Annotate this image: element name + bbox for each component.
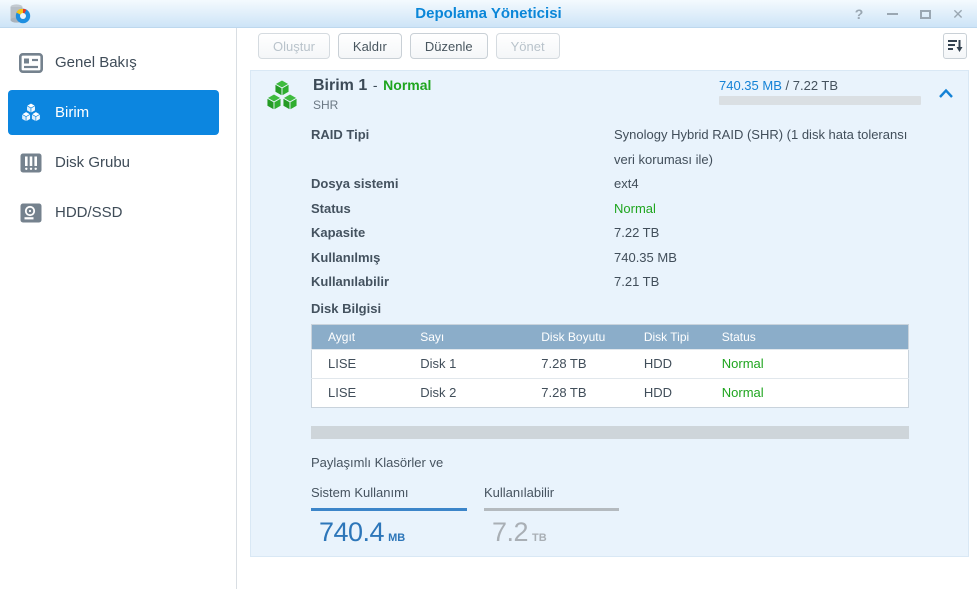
detail-label: Kullanılabilir	[311, 274, 390, 289]
tab-active-underline	[311, 507, 467, 511]
volume-panel: Birim 1 - Normal SHR 740.35 MB / 7.22 TB	[250, 70, 969, 557]
volume-usage-bar	[719, 96, 921, 105]
sidebar-item-disk-grubu[interactable]: Disk Grubu	[8, 140, 219, 185]
detail-label: Kapasite	[311, 225, 366, 240]
disk-table-row: LISE Disk 1 7.28 TB HDD Normal	[311, 348, 909, 378]
cell-number: Disk 1	[420, 348, 542, 378]
volume-header: Birim 1 - Normal SHR 740.35 MB / 7.22 TB	[251, 71, 968, 115]
disk-table-row: LISE Disk 2 7.28 TB HDD Normal	[311, 377, 909, 407]
volume-used-value: 740.35 MB	[719, 78, 782, 93]
available-space-number: 7.2	[492, 516, 529, 547]
detail-row-status: Status Normal	[311, 197, 968, 222]
sort-descending-icon	[948, 40, 963, 52]
detail-value: ext4	[614, 176, 639, 191]
window-controls: ? ✕	[852, 0, 965, 28]
column-header-disk-tipi: Disk Tipi	[643, 324, 722, 349]
sidebar-item-label: Genel Bakış	[55, 54, 137, 71]
tab-label: Kullanılabilir	[484, 484, 555, 500]
tab-underline	[484, 507, 619, 511]
toolbar: Oluştur Kaldır Düzenle Yönet	[237, 28, 977, 62]
cell-status: Normal	[721, 377, 909, 407]
detail-value: Synology Hybrid RAID (SHR) (1 disk hata …	[614, 127, 908, 167]
tab-label: Paylaşımlı Klasörler ve Sistem Kullanımı	[311, 454, 444, 500]
sidebar-item-label: HDD/SSD	[55, 204, 123, 221]
detail-row-kullanilabilir: Kullanılabilir 7.21 TB	[311, 270, 968, 295]
window-title: Depolama Yöneticisi	[415, 5, 562, 22]
manage-button[interactable]: Yönet	[495, 33, 560, 59]
usage-divider: /	[785, 78, 790, 93]
disk-table-header-row: Aygıt Sayı Disk Boyutu Disk Tipi Status	[311, 324, 909, 349]
volume-usage-text: 740.35 MB / 7.22 TB	[719, 78, 838, 93]
used-space-number: 740.4	[319, 516, 385, 547]
create-button[interactable]: Oluştur	[258, 33, 330, 59]
volume-status-badge: Normal	[383, 77, 432, 93]
volume-name: Birim 1	[313, 77, 368, 94]
detail-row-raid-tipi: RAID Tipi Synology Hybrid RAID (SHR) (1 …	[311, 123, 968, 172]
help-icon[interactable]: ?	[852, 6, 866, 22]
minimize-icon[interactable]	[885, 6, 899, 22]
cell-status: Normal	[721, 348, 909, 378]
cell-type: HDD	[643, 348, 722, 378]
cell-number: Disk 2	[420, 377, 542, 407]
sidebar-item-label: Disk Grubu	[55, 154, 131, 171]
disk-info-table: Aygıt Sayı Disk Boyutu Disk Tipi Status …	[311, 323, 909, 408]
disk-group-icon	[18, 152, 44, 174]
overview-icon	[18, 52, 44, 74]
hdd-icon	[18, 202, 44, 224]
column-header-disk-boyutu: Disk Boyutu	[541, 324, 644, 349]
sidebar: Genel Bakış Birim Disk Grubu HDD/SSD	[0, 28, 237, 589]
tab-available[interactable]: Kullanılabilir	[484, 478, 619, 511]
volume-cubes-icon	[18, 102, 44, 124]
volume-capacity-bar	[311, 425, 909, 439]
usage-tabs: Paylaşımlı Klasörler ve Sistem Kullanımı…	[311, 448, 968, 511]
sidebar-item-birim[interactable]: Birim	[8, 90, 219, 135]
detail-row-kullanilmis: Kullanılmış 740.35 MB	[311, 246, 968, 271]
sidebar-item-label: Birim	[55, 104, 90, 121]
detail-label: RAID Tipi	[311, 127, 370, 142]
cell-type: HDD	[643, 377, 722, 407]
maximize-icon[interactable]	[918, 6, 932, 22]
volume-cubes-green-icon	[264, 78, 300, 117]
detail-row-dosya-sistemi: Dosya sistemi ext4	[311, 172, 968, 197]
column-header-sayi: Sayı	[420, 324, 542, 349]
detail-label: Dosya sistemi	[311, 176, 399, 191]
cell-size: 7.28 TB	[541, 348, 644, 378]
volume-raid-type-label: SHR	[313, 98, 339, 112]
detail-label: Status	[311, 200, 351, 216]
titlebar: Depolama Yöneticisi ? ✕	[0, 0, 977, 28]
cell-size: 7.28 TB	[541, 377, 644, 407]
edit-button[interactable]: Düzenle	[409, 33, 488, 59]
detail-value: 7.22 TB	[614, 225, 660, 240]
main-content: Oluştur Kaldır Düzenle Yönet Birim 1 - N…	[237, 28, 977, 589]
storage-manager-window: Depolama Yöneticisi ? ✕ Genel Bakış Biri…	[0, 0, 977, 589]
sort-button[interactable]	[943, 33, 967, 59]
volume-title: Birim 1 - Normal	[313, 77, 431, 95]
sidebar-item-genel-bakis[interactable]: Genel Bakış	[8, 40, 219, 85]
tab-shared-folders-system-usage[interactable]: Paylaşımlı Klasörler ve Sistem Kullanımı	[311, 448, 467, 511]
close-icon[interactable]: ✕	[951, 6, 965, 22]
cell-device: LISE	[311, 348, 421, 378]
detail-value: 740.35 MB	[614, 249, 677, 265]
sidebar-item-hdd-ssd[interactable]: HDD/SSD	[8, 190, 219, 235]
available-space-value: 7.2 TB	[484, 517, 619, 548]
cell-device: LISE	[311, 377, 421, 407]
available-space-unit: TB	[532, 531, 547, 544]
column-header-aygit: Aygıt	[311, 324, 421, 349]
column-header-status: Status	[721, 324, 909, 349]
volume-total-value: 7.22 TB	[792, 78, 839, 93]
remove-button[interactable]: Kaldır	[337, 33, 402, 59]
detail-label: Kullanılmış	[311, 249, 381, 265]
used-space-value: 740.4 MB	[311, 517, 467, 548]
used-space-unit: MB	[388, 531, 406, 544]
detail-value-status: Normal	[614, 200, 656, 216]
disk-info-title: Disk Bilgisi	[311, 300, 382, 316]
detail-row-kapasite: Kapasite 7.22 TB	[311, 221, 968, 246]
volume-details: RAID Tipi Synology Hybrid RAID (SHR) (1 …	[311, 123, 968, 295]
detail-value: 7.21 TB	[614, 274, 660, 289]
usage-values: 740.4 MB 7.2 TB	[311, 517, 968, 548]
collapse-chevron-icon[interactable]	[938, 87, 956, 101]
volume-title-separator: -	[372, 77, 378, 93]
